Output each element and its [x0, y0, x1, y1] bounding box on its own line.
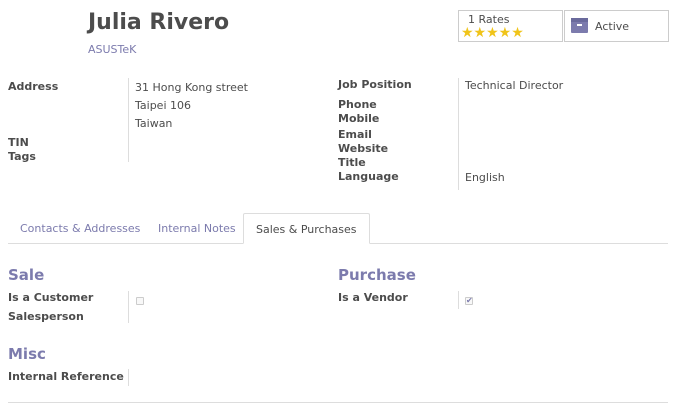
language-label: Language — [338, 170, 399, 183]
address-line2[interactable]: Taipei 106 — [135, 99, 191, 112]
website-label: Website — [338, 142, 389, 155]
misc-heading: Misc — [8, 345, 46, 363]
language-value[interactable]: English — [465, 171, 505, 184]
phone-label: Phone — [338, 98, 377, 111]
is-customer-label: Is a Customer — [8, 291, 94, 304]
sale-heading: Sale — [8, 266, 45, 284]
checkmark-icon: ✔ — [466, 296, 473, 305]
partner-name: Julia Rivero — [88, 10, 230, 35]
company-link[interactable]: ASUSTeK — [88, 43, 136, 56]
address-line3[interactable]: Taiwan — [135, 117, 172, 130]
job-position-label: Job Position — [338, 78, 412, 91]
field-divider — [458, 78, 459, 190]
address-line1[interactable]: 31 Hong Kong street — [135, 81, 248, 94]
tags-label: Tags — [8, 150, 36, 163]
email-label: Email — [338, 128, 372, 141]
field-divider — [458, 291, 459, 309]
rates-button[interactable]: 1 Rates ★★★★★ — [458, 10, 563, 42]
address-label: Address — [8, 80, 59, 93]
archive-icon — [571, 18, 588, 33]
field-divider — [128, 369, 129, 386]
field-divider — [128, 291, 129, 323]
salesperson-label: Salesperson — [8, 310, 84, 323]
tab-sales-purchases[interactable]: Sales & Purchases — [243, 213, 370, 244]
tab-contacts-addresses[interactable]: Contacts & Addresses — [8, 213, 152, 244]
is-vendor-label: Is a Vendor — [338, 291, 408, 304]
field-divider — [128, 78, 129, 162]
purchase-heading: Purchase — [338, 266, 416, 284]
mobile-label: Mobile — [338, 112, 380, 125]
title-label: Title — [338, 156, 366, 169]
is-vendor-checkbox[interactable]: ✔ — [465, 297, 473, 305]
footer-divider — [8, 402, 668, 403]
internal-reference-label: Internal Reference — [8, 370, 124, 383]
notebook-tabs: Contacts & Addresses Internal Notes Sale… — [8, 213, 668, 244]
active-toggle-button[interactable]: Active — [564, 10, 669, 42]
star-rating-icon: ★★★★★ — [461, 25, 524, 41]
tin-label: TIN — [8, 136, 29, 149]
job-position-value[interactable]: Technical Director — [465, 79, 563, 92]
is-customer-checkbox[interactable] — [136, 297, 144, 305]
tab-internal-notes[interactable]: Internal Notes — [146, 213, 248, 244]
active-label: Active — [595, 20, 630, 33]
